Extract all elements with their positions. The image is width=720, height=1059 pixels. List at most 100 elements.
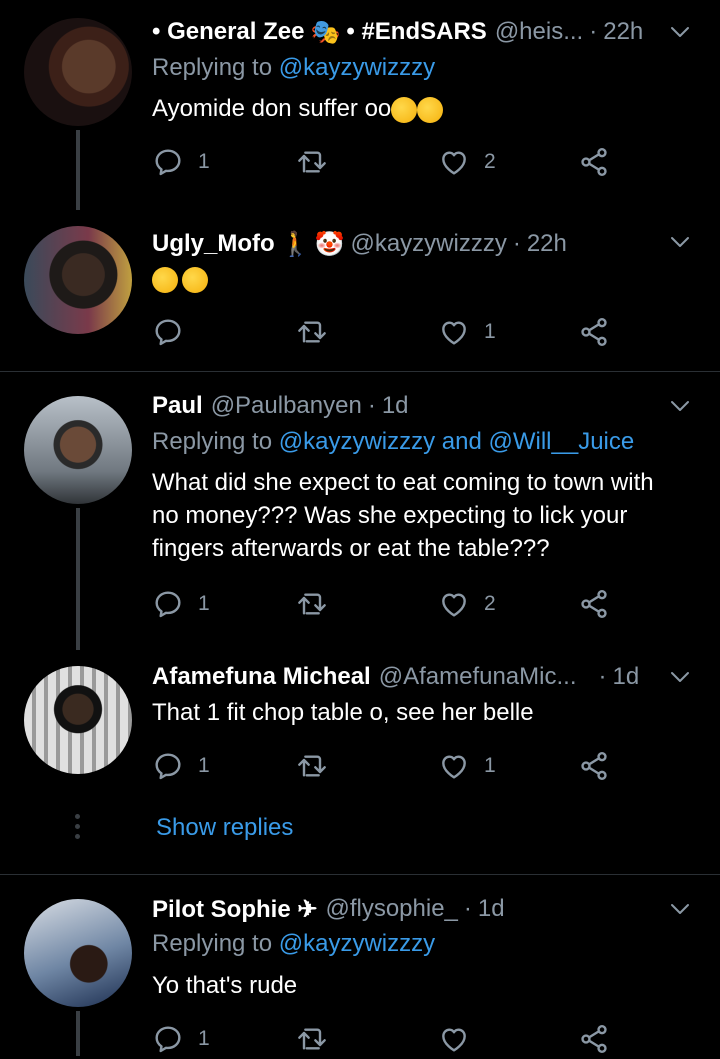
avatar[interactable] (24, 18, 132, 126)
tweet-actions: 1 (152, 1019, 622, 1059)
tweet[interactable]: Paul @Paulbanyen · 1d Replying to @kayzy… (0, 372, 720, 650)
share-button[interactable] (578, 746, 610, 786)
retweet-button[interactable] (296, 312, 328, 352)
reply-handle-link[interactable]: @kayzywizzzy and @Will__Juice (279, 428, 635, 455)
replying-to: Replying to @kayzywizzzy (152, 930, 436, 957)
person-walking-emoji-icon: 🚶 (280, 230, 311, 258)
retweet-icon (296, 1023, 328, 1055)
rofl-emoji-icon (391, 96, 418, 123)
tweet[interactable]: • General Zee 🎭 • #EndSARS @heis... · 22… (0, 0, 720, 210)
like-button[interactable] (438, 1019, 470, 1059)
chevron-down-icon[interactable] (668, 897, 692, 921)
like-button[interactable]: 2 (438, 142, 496, 182)
tweet[interactable]: Afamefuna Micheal @AfamefunaMic... · 1d … (0, 650, 720, 874)
reply-handle-link[interactable]: @kayzywizzzy (279, 54, 435, 81)
timestamp: 1d (612, 663, 640, 690)
reply-button[interactable]: 1 (152, 584, 210, 624)
share-button[interactable] (578, 312, 610, 352)
retweet-icon (296, 146, 328, 178)
name-suffix: • #EndSARS (346, 18, 487, 45)
share-button[interactable] (578, 584, 610, 624)
tweet-text: Yo that's rude (152, 972, 298, 999)
share-icon (578, 146, 610, 178)
like-button[interactable]: 1 (438, 746, 496, 786)
retweet-icon (296, 588, 328, 620)
tweet-header: • General Zee 🎭 • #EndSARS @heis... · 22… (152, 18, 644, 46)
heart-icon (438, 316, 470, 348)
like-count: 2 (484, 592, 496, 615)
mask-emoji-icon: 🎭 (310, 18, 341, 46)
tweet-header: Paul @Paulbanyen · 1d (152, 392, 409, 420)
share-button[interactable] (578, 1019, 610, 1059)
reply-count: 1 (198, 754, 210, 777)
like-count: 1 (484, 320, 496, 343)
handle: @flysophie_ (325, 895, 458, 922)
chevron-down-icon[interactable] (668, 230, 692, 254)
chevron-down-icon[interactable] (668, 20, 692, 44)
tweet[interactable]: Pilot Sophie ✈ @flysophie_ · 1d Replying… (0, 875, 720, 1056)
tweet[interactable]: Ugly_Mofo 🚶 🤡 @kayzywizzzy · 22h 1 (0, 210, 720, 370)
reply-count: 1 (198, 592, 210, 615)
chevron-down-icon[interactable] (668, 665, 692, 689)
clown-emoji-icon: 🤡 (314, 230, 345, 258)
retweet-button[interactable] (296, 746, 328, 786)
chevron-down-icon[interactable] (668, 394, 692, 418)
avatar[interactable] (24, 899, 132, 1007)
display-name[interactable]: • General Zee (152, 18, 304, 46)
reply-icon (152, 146, 184, 178)
display-name[interactable]: Pilot Sophie ✈ (152, 895, 317, 924)
thread-line (76, 130, 80, 210)
handle: @heis... (494, 18, 584, 45)
tweet-header: Pilot Sophie ✈ @flysophie_ · 1d (152, 895, 505, 924)
share-icon (578, 1023, 610, 1055)
avatar[interactable] (24, 226, 132, 334)
display-name[interactable]: Afamefuna Micheal (152, 663, 371, 691)
tweet-actions: 1 2 (152, 142, 622, 182)
display-name[interactable]: Ugly_Mofo (152, 230, 275, 258)
handle: @kayzywizzzy (350, 230, 507, 257)
reply-button[interactable]: 1 (152, 746, 210, 786)
avatar[interactable] (24, 396, 132, 504)
reply-button[interactable]: 1 (152, 142, 210, 182)
share-button[interactable] (578, 142, 610, 182)
retweet-button[interactable] (296, 1019, 328, 1059)
timestamp: 22h (526, 230, 567, 257)
like-button[interactable]: 2 (438, 584, 496, 624)
tweet-text: That 1 fit chop table o, see her belle (152, 699, 534, 726)
like-count: 1 (484, 754, 496, 777)
heart-icon (438, 146, 470, 178)
retweet-icon (296, 750, 328, 782)
heart-icon (438, 1023, 470, 1055)
handle: @Paulbanyen (210, 392, 362, 419)
tears-of-joy-emoji-icon (152, 266, 178, 293)
tweet-actions: 1 1 (152, 746, 622, 786)
reply-icon (152, 316, 184, 348)
tears-of-joy-emoji-icon (182, 266, 208, 293)
heart-icon (438, 750, 470, 782)
tweet-text (152, 262, 684, 295)
reply-button[interactable]: 1 (152, 1019, 210, 1059)
display-name[interactable]: Paul (152, 392, 203, 420)
reply-handle-link[interactable]: @kayzywizzzy (279, 930, 435, 957)
retweet-button[interactable] (296, 142, 328, 182)
reply-button[interactable] (152, 312, 184, 352)
timestamp: 22h (603, 18, 644, 45)
tweet-header: Ugly_Mofo 🚶 🤡 @kayzywizzzy · 22h (152, 230, 567, 258)
share-icon (578, 588, 610, 620)
handle: @AfamefunaMic... (378, 663, 577, 690)
tweet-header: Afamefuna Micheal @AfamefunaMic... · 1d (152, 663, 640, 691)
tweet-actions: 1 2 (152, 584, 622, 624)
show-replies-link[interactable]: Show replies (156, 814, 293, 842)
avatar[interactable] (24, 666, 132, 774)
retweet-button[interactable] (296, 584, 328, 624)
like-button[interactable]: 1 (438, 312, 496, 352)
timestamp: 1d (381, 392, 409, 419)
rofl-emoji-icon (417, 96, 444, 123)
replying-to: Replying to @kayzywizzzy (152, 54, 436, 81)
reply-count: 1 (198, 1027, 210, 1050)
reply-icon (152, 588, 184, 620)
thread-dots (75, 814, 81, 844)
thread-line (76, 1011, 80, 1056)
reply-count: 1 (198, 150, 210, 173)
tweet-actions: 1 (152, 312, 622, 352)
